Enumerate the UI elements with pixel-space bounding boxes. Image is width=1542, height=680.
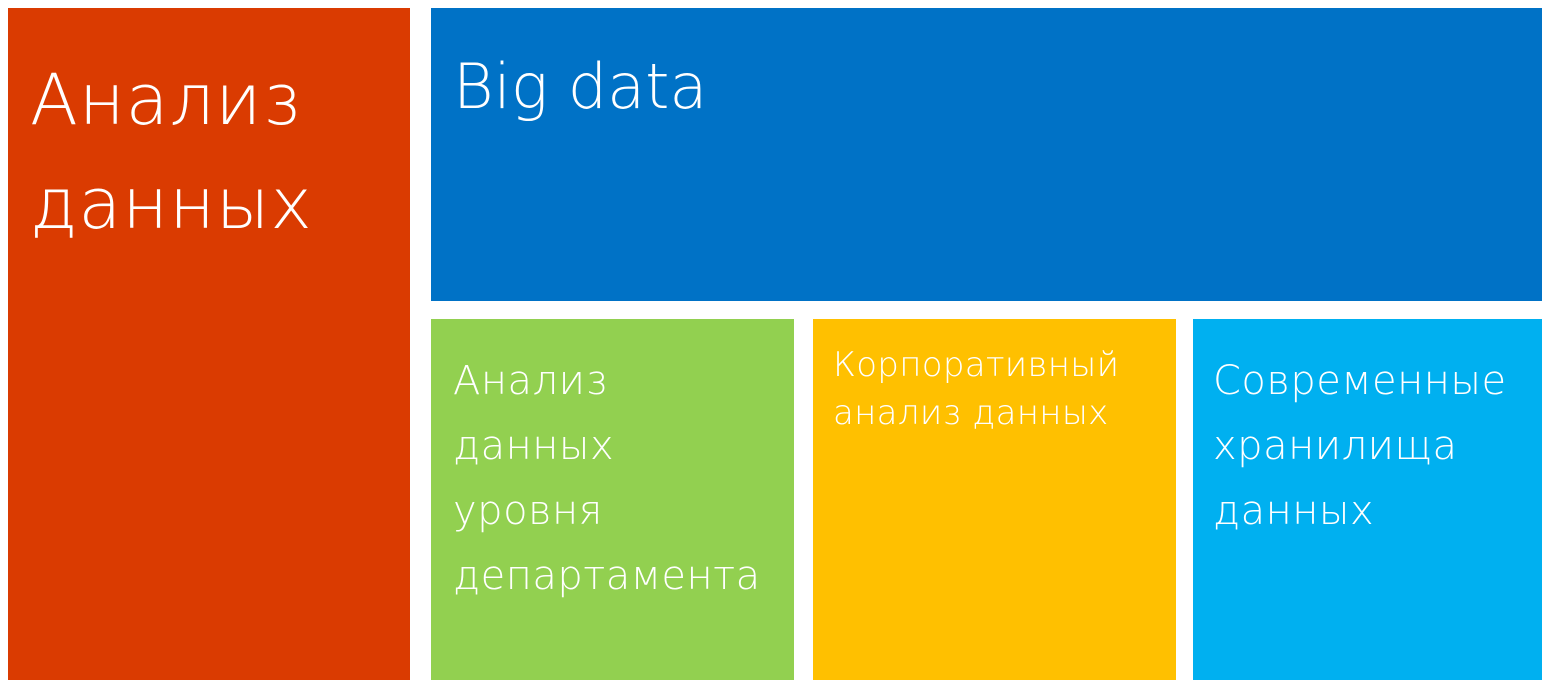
tile-modern-data-warehouses: Современные хранилища данных <box>1193 319 1542 680</box>
tile-corporate-analysis: Корпоративный анализ данных <box>813 319 1176 680</box>
tile-big-data: Big data <box>431 8 1542 301</box>
tile-diagram: Анализ данных Big data Анализ данных уро… <box>0 0 1542 680</box>
tile-big-data-label: Big data <box>453 50 708 123</box>
tile-department-analysis: Анализ данных уровня департамента <box>431 319 794 680</box>
tile-department-analysis-label: Анализ данных уровня департамента <box>453 358 761 599</box>
tile-data-analysis-label: Анализ данных <box>30 59 313 245</box>
tile-modern-data-warehouses-label: Современные хранилища данных <box>1213 358 1507 534</box>
tile-data-analysis: Анализ данных <box>8 8 410 680</box>
tile-corporate-analysis-label: Корпоративный анализ данных <box>833 345 1120 433</box>
